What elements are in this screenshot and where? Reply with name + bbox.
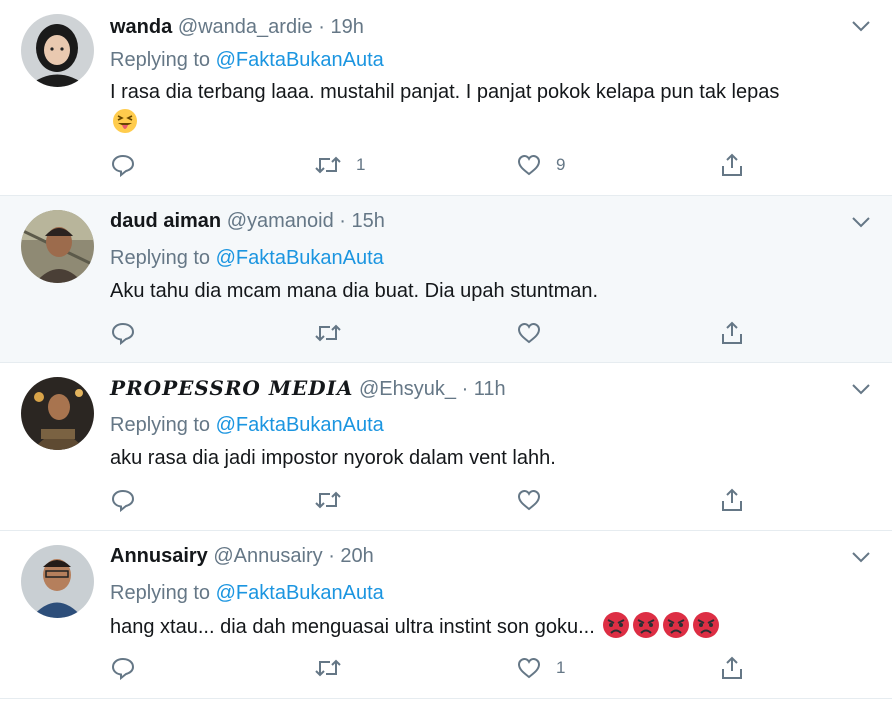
- pouting-face-icon: [693, 612, 720, 638]
- retweet-icon: [315, 659, 341, 677]
- share-icon: [722, 321, 742, 344]
- reply-button[interactable]: [110, 150, 150, 180]
- separator-dot: ·: [328, 545, 335, 567]
- reply-button[interactable]: [110, 485, 150, 515]
- reply-button[interactable]: [110, 653, 150, 683]
- separator-dot: ·: [318, 16, 325, 38]
- share-button[interactable]: [719, 150, 745, 180]
- tweet-text-content: aku rasa dia jadi impostor nyorok dalam …: [110, 447, 556, 469]
- display-name[interactable]: daud aiman: [110, 210, 221, 232]
- replying-to: Replying to @FaktaBukanAuta: [110, 410, 384, 440]
- username[interactable]: @Annusairy: [213, 545, 322, 567]
- like-button[interactable]: 1: [516, 653, 565, 683]
- avatar[interactable]: [21, 377, 94, 450]
- tweet-text: aku rasa dia jadi impostor nyorok dalam …: [110, 443, 870, 473]
- replying-to-link[interactable]: @FaktaBukanAuta: [216, 414, 384, 436]
- username[interactable]: @Ehsyuk_: [359, 378, 456, 400]
- share-button[interactable]: [719, 485, 745, 515]
- tweet-header: daud aiman @yamanoid · 15h: [110, 206, 385, 236]
- retweet-button[interactable]: [314, 485, 356, 515]
- replying-label: Replying to: [110, 414, 211, 436]
- tweet-actions: [110, 318, 750, 348]
- separator-dot: ·: [461, 378, 469, 400]
- chevron-down-icon[interactable]: [850, 546, 872, 568]
- like-button[interactable]: [516, 318, 556, 348]
- timestamp[interactable]: 15h: [352, 210, 385, 232]
- retweet-button[interactable]: [314, 653, 356, 683]
- like-count: 9: [556, 155, 566, 174]
- retweet-button[interactable]: 1: [314, 150, 365, 180]
- replying-to: Replying to @FaktaBukanAuta: [110, 45, 384, 75]
- tweet-text-content: I rasa dia terbang laaa. mustahil panjat…: [110, 81, 780, 103]
- display-name[interactable]: Annusairy: [110, 545, 208, 567]
- timestamp[interactable]: 19h: [330, 16, 363, 38]
- chevron-down-icon[interactable]: [850, 15, 872, 37]
- replying-to-link[interactable]: @FaktaBukanAuta: [216, 49, 384, 71]
- replying-to-link[interactable]: @FaktaBukanAuta: [216, 582, 384, 604]
- timestamp[interactable]: 20h: [340, 545, 373, 567]
- replying-label: Replying to: [110, 247, 211, 269]
- like-button[interactable]: [516, 485, 556, 515]
- share-button[interactable]: [719, 318, 745, 348]
- share-icon: [722, 153, 742, 176]
- share-icon: [722, 488, 742, 511]
- pouting-face-icon: [663, 612, 690, 638]
- reply-icon: [111, 154, 135, 178]
- tweet[interactable]: PROPESSRO MEDIA @Ehsyuk_ · 11h Replying …: [0, 363, 892, 531]
- tweet[interactable]: daud aiman @yamanoid · 15h Replying to @…: [0, 196, 892, 363]
- share-icon: [722, 656, 742, 679]
- tweet-text: hang xtau... dia dah menguasai ultra ins…: [110, 611, 870, 642]
- chevron-down-icon[interactable]: [850, 211, 872, 233]
- heart-icon: [517, 657, 541, 679]
- avatar[interactable]: [21, 210, 94, 283]
- retweet-icon: [315, 324, 341, 342]
- reply-feed: wanda @wanda_ardie · 19h Replying to @Fa…: [0, 0, 892, 699]
- tweet-text: Aku tahu dia mcam mana dia buat. Dia upa…: [110, 276, 870, 306]
- like-count: 1: [556, 658, 566, 677]
- tweet-text-content: hang xtau... dia dah menguasai ultra ins…: [110, 616, 595, 638]
- share-button[interactable]: [719, 653, 745, 683]
- tweet[interactable]: Annusairy @Annusairy · 20h Replying to @…: [0, 531, 892, 699]
- pouting-face-icon: [633, 612, 660, 638]
- reply-icon: [111, 322, 135, 346]
- replying-to: Replying to @FaktaBukanAuta: [110, 243, 384, 273]
- heart-icon: [517, 322, 541, 344]
- replying-to: Replying to @FaktaBukanAuta: [110, 578, 384, 608]
- replying-label: Replying to: [110, 49, 211, 71]
- like-button[interactable]: 9: [516, 150, 565, 180]
- squinting-face-with-tongue-icon: [113, 109, 137, 133]
- chevron-down-icon[interactable]: [850, 378, 872, 400]
- retweet-icon: [315, 491, 341, 509]
- reply-icon: [111, 489, 135, 513]
- tweet-actions: [110, 485, 750, 515]
- tweet-header: Annusairy @Annusairy · 20h: [110, 541, 374, 571]
- heart-icon: [517, 154, 541, 176]
- pouting-face-emojis: [600, 612, 720, 638]
- tweet-header: PROPESSRO MEDIA @Ehsyuk_ · 11h: [110, 373, 506, 403]
- tweet-actions: 1 9: [110, 150, 750, 180]
- username[interactable]: @yamanoid: [227, 210, 334, 232]
- tweet-text-content: Aku tahu dia mcam mana dia buat. Dia upa…: [110, 280, 599, 302]
- reply-button[interactable]: [110, 318, 150, 348]
- display-name[interactable]: wanda: [110, 16, 172, 38]
- display-name[interactable]: PROPESSRO MEDIA: [110, 376, 353, 400]
- heart-icon: [517, 489, 541, 511]
- pouting-face-icon: [603, 612, 630, 638]
- avatar[interactable]: [21, 545, 94, 618]
- replying-to-link[interactable]: @FaktaBukanAuta: [216, 247, 384, 269]
- retweet-icon: [315, 156, 341, 174]
- tweet-header: wanda @wanda_ardie · 19h: [110, 12, 364, 42]
- tweet-text: I rasa dia terbang laaa. mustahil panjat…: [110, 77, 870, 137]
- timestamp[interactable]: 11h: [474, 378, 506, 400]
- reply-icon: [111, 657, 135, 681]
- replying-label: Replying to: [110, 582, 211, 604]
- separator-dot: ·: [339, 210, 346, 232]
- avatar[interactable]: [21, 14, 94, 87]
- retweet-button[interactable]: [314, 318, 356, 348]
- tweet-actions: 1: [110, 653, 750, 683]
- username[interactable]: @wanda_ardie: [178, 16, 313, 38]
- tweet[interactable]: wanda @wanda_ardie · 19h Replying to @Fa…: [0, 0, 892, 196]
- retweet-count: 1: [356, 155, 366, 174]
